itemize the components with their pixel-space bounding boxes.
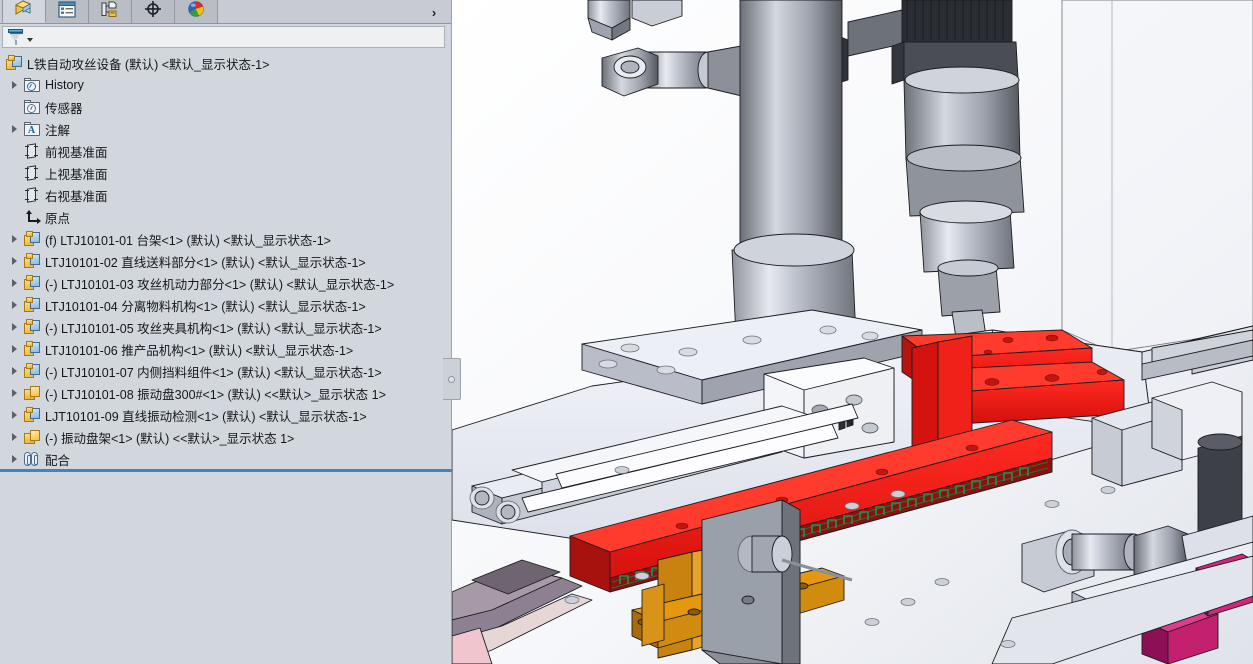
- tree-item-label: (-) 振动盘架<1> (默认) <<默认>_显示状态 1>: [45, 431, 295, 446]
- 3d-graphics-area[interactable]: [452, 0, 1253, 664]
- expand-twisty[interactable]: [6, 74, 22, 96]
- tree-item-label: LJT10101-09 直线振动检测<1> (默认) <默认_显示状态-1>: [45, 409, 367, 424]
- tree-item-ltj10101-02[interactable]: LTJ10101-02 直线送料部分<1> (默认) <默认_显示状态-1>: [0, 250, 451, 272]
- manager-tab-strip: ›: [0, 0, 451, 24]
- expand-twisty[interactable]: [6, 294, 22, 316]
- tree-item-ltj10101-03[interactable]: (-) LTJ10101-03 攻丝机动力部分<1> (默认) <默认_显示状态…: [0, 272, 451, 294]
- tree-item-top-plane[interactable]: 上视基准面: [0, 162, 451, 184]
- tree-item-label: 传感器: [45, 101, 83, 116]
- assembly-icon: [22, 318, 42, 336]
- panel-collapse-handle-icon[interactable]: [443, 358, 461, 400]
- tree-item-origin[interactable]: 原点: [0, 206, 451, 228]
- filter-row: [0, 24, 451, 50]
- tree-item-label: 注解: [45, 123, 71, 138]
- tree-item-ltj10101-05[interactable]: (-) LTJ10101-05 攻丝夹具机构<1> (默认) <默认_显示状态-…: [0, 316, 451, 338]
- property-list-icon: [57, 0, 77, 23]
- feature-manager-panel: › L铁自动攻丝设备 (默认) <默认_显示状态-1> History 传感器 …: [0, 0, 461, 664]
- tree-item-label: LTJ10101-04 分离物料机构<1> (默认) <默认_显示状态-1>: [45, 299, 366, 314]
- tree-item-label: (f) LTJ10101-01 台架<1> (默认) <默认_显示状态-1>: [45, 233, 331, 248]
- tree-item-ltj10101-04[interactable]: LTJ10101-04 分离物料机构<1> (默认) <默认_显示状态-1>: [0, 294, 451, 316]
- expand-twisty[interactable]: [6, 448, 22, 469]
- expand-twisty[interactable]: [6, 250, 22, 272]
- assembly-icon: [22, 252, 42, 270]
- assembly-icon: [22, 296, 42, 314]
- expand-twisty[interactable]: [6, 382, 22, 404]
- tree-item-annotations[interactable]: A 注解: [0, 118, 451, 140]
- assembly-icon: [22, 362, 42, 380]
- part-icon: [22, 428, 42, 446]
- property-manager-tab[interactable]: [45, 0, 89, 23]
- assembly-icon: [22, 230, 42, 248]
- tree-item-vibration-frame[interactable]: (-) 振动盘架<1> (默认) <<默认>_显示状态 1>: [0, 426, 451, 448]
- assembly-icon: [4, 54, 24, 72]
- sensor-folder-icon: [22, 98, 42, 116]
- feature-manager-tab[interactable]: [2, 0, 46, 23]
- assembly-icon: [22, 340, 42, 358]
- expand-twisty[interactable]: [6, 404, 22, 426]
- configuration-icon: [100, 1, 120, 23]
- expand-twisty[interactable]: [6, 360, 22, 382]
- history-folder-icon: [22, 76, 42, 94]
- expand-twisty[interactable]: [6, 272, 22, 294]
- tree-item-label: (-) LTJ10101-07 内侧挡料组件<1> (默认) <默认_显示状态-…: [45, 365, 382, 380]
- tree-item-label: (-) LTJ10101-08 振动盘300#<1> (默认) <<默认>_显示…: [45, 387, 386, 402]
- design-tree[interactable]: L铁自动攻丝设备 (默认) <默认_显示状态-1> History 传感器 A …: [0, 50, 451, 469]
- cad-model-render: [452, 0, 1253, 664]
- tree-item-label: LTJ10101-06 推产品机构<1> (默认) <默认_显示状态-1>: [45, 343, 354, 358]
- mates-icon: [22, 450, 42, 468]
- tree-item-label: History: [45, 78, 84, 92]
- tree-root-label: L铁自动攻丝设备 (默认) <默认_显示状态-1>: [27, 57, 270, 72]
- filter-box[interactable]: [2, 26, 445, 48]
- tree-item-label: 上视基准面: [45, 167, 108, 182]
- tree-item-mates[interactable]: 配合: [0, 448, 451, 469]
- assembly-icon: [22, 406, 42, 424]
- display-color-ball-icon: [186, 0, 206, 23]
- assembly-icon: [22, 274, 42, 292]
- tree-item-label: 原点: [45, 211, 71, 226]
- handle-dot: [448, 375, 455, 383]
- tree-item-label: (-) LTJ10101-03 攻丝机动力部分<1> (默认) <默认_显示状态…: [45, 277, 395, 292]
- dimxpert-crosshair-icon: [143, 0, 163, 23]
- expand-tabs-button[interactable]: ›: [425, 2, 443, 22]
- tree-item-ltj10101-06[interactable]: LTJ10101-06 推产品机构<1> (默认) <默认_显示状态-1>: [0, 338, 451, 360]
- plane-icon: [22, 164, 42, 182]
- tree-item-ljt10101-09[interactable]: LJT10101-09 直线振动检测<1> (默认) <默认_显示状态-1>: [0, 404, 451, 426]
- chevron-right-icon: ›: [431, 4, 437, 20]
- tree-item-label: 前视基准面: [45, 145, 108, 160]
- tree-root-item[interactable]: L铁自动攻丝设备 (默认) <默认_显示状态-1>: [0, 52, 451, 74]
- dimxpert-manager-tab[interactable]: [131, 0, 175, 23]
- expand-twisty[interactable]: [6, 228, 22, 250]
- expand-twisty[interactable]: [6, 338, 22, 360]
- filter-funnel-icon[interactable]: [6, 28, 26, 47]
- tree-item-front-plane[interactable]: 前视基准面: [0, 140, 451, 162]
- plane-icon: [22, 186, 42, 204]
- origin-icon: [22, 208, 42, 226]
- tree-item-ltj10101-07[interactable]: (-) LTJ10101-07 内侧挡料组件<1> (默认) <默认_显示状态-…: [0, 360, 451, 382]
- plane-icon: [22, 142, 42, 160]
- tree-item-label: (-) LTJ10101-05 攻丝夹具机构<1> (默认) <默认_显示状态-…: [45, 321, 382, 336]
- configuration-manager-tab[interactable]: [88, 0, 132, 23]
- tree-item-label: LTJ10101-02 直线送料部分<1> (默认) <默认_显示状态-1>: [45, 255, 366, 270]
- tree-item-sensors[interactable]: 传感器: [0, 96, 451, 118]
- tree-item-history[interactable]: History: [0, 74, 451, 96]
- part-icon: [22, 384, 42, 402]
- panel-empty-area: [0, 472, 451, 664]
- expand-twisty[interactable]: [6, 118, 22, 140]
- assembly-tree-icon: [14, 0, 34, 22]
- annotation-folder-icon: A: [22, 120, 42, 138]
- solidworks-window: › L铁自动攻丝设备 (默认) <默认_显示状态-1> History 传感器 …: [0, 0, 1253, 664]
- tree-item-ltj10101-01[interactable]: (f) LTJ10101-01 台架<1> (默认) <默认_显示状态-1>: [0, 228, 451, 250]
- tree-item-label: 右视基准面: [45, 189, 108, 204]
- tree-item-right-plane[interactable]: 右视基准面: [0, 184, 451, 206]
- display-manager-tab[interactable]: [174, 0, 218, 23]
- expand-twisty[interactable]: [6, 316, 22, 338]
- tree-item-ltj10101-08[interactable]: (-) LTJ10101-08 振动盘300#<1> (默认) <<默认>_显示…: [0, 382, 451, 404]
- tree-item-label: 配合: [45, 453, 71, 468]
- search-input[interactable]: [33, 28, 444, 46]
- expand-twisty[interactable]: [6, 426, 22, 448]
